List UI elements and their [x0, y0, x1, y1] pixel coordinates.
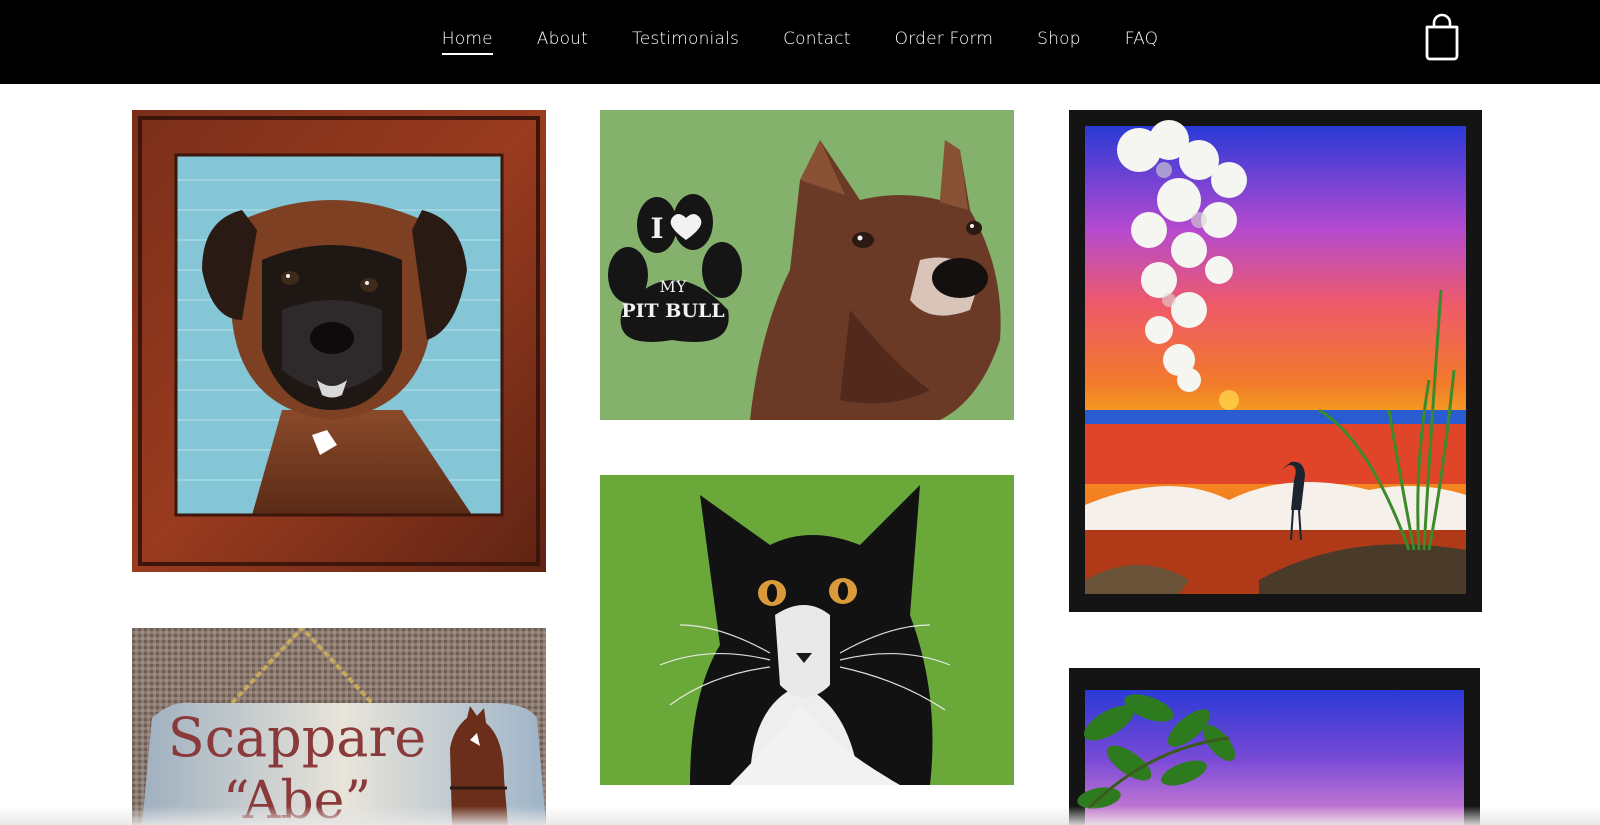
- nav-shop-link[interactable]: Shop: [1037, 26, 1081, 56]
- tuxedo-cat-painting[interactable]: [600, 475, 1014, 785]
- sign-text-nickname: “Abe”: [223, 771, 371, 825]
- site-header: Home About Testimonials Contact Order Fo…: [0, 0, 1600, 84]
- nav-about-link[interactable]: About: [537, 26, 588, 56]
- nav-testimonials-link[interactable]: Testimonials: [632, 26, 739, 56]
- shopping-bag-icon[interactable]: [1424, 13, 1460, 61]
- boxer-dog-painting[interactable]: [132, 110, 546, 572]
- sign-text-name: Scappare: [168, 706, 427, 769]
- nav-home-link[interactable]: Home: [441, 26, 493, 56]
- leaves-sunset-artwork[interactable]: [1069, 668, 1480, 825]
- pit-bull-painting[interactable]: I MY PIT BULL: [600, 110, 1014, 420]
- scappare-abe-sign[interactable]: Scappare “Abe”: [132, 628, 546, 825]
- main-nav: Home About Testimonials Contact Order Fo…: [0, 26, 1600, 56]
- nav-contact-link[interactable]: Contact: [783, 26, 851, 56]
- paw-text-pit-bull: PIT BULL: [621, 300, 724, 322]
- paw-text-my: MY: [660, 277, 687, 296]
- sunset-heron-artwork[interactable]: [1069, 110, 1482, 612]
- paw-text-i: I: [650, 212, 663, 245]
- nav-faq-link[interactable]: FAQ: [1125, 26, 1159, 56]
- nav-order-form-link[interactable]: Order Form: [895, 26, 994, 56]
